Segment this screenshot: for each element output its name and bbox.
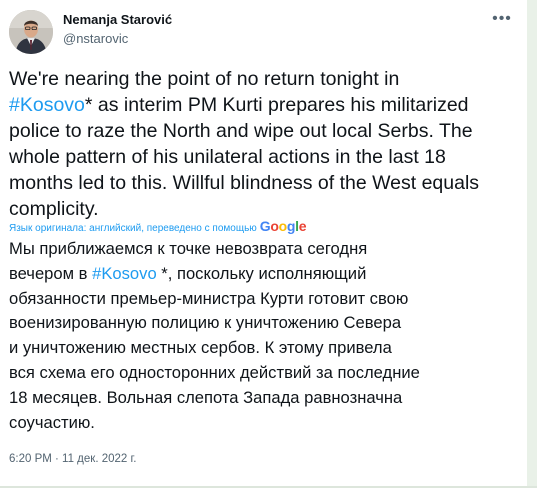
author-handle[interactable]: @nstarovic — [63, 31, 128, 46]
translated-hashtag-link[interactable]: #Kosovo — [92, 264, 157, 283]
translation-notice-text: Язык оригинала: английский, переведено с… — [9, 223, 257, 234]
author-avatar[interactable] — [9, 10, 53, 54]
tweet-text: We're nearing the point of no return ton… — [9, 66, 514, 222]
translated-text-rest: *, поскольку исполняющий обязанности пре… — [9, 263, 420, 432]
author-name[interactable]: Nemanja Starović — [63, 12, 172, 27]
avatar-photo-icon — [9, 10, 53, 54]
tweet-card: Nemanja Starović @nstarovic ••• We're ne… — [0, 0, 527, 486]
translation-notice[interactable]: Язык оригинала: английский, переведено с… — [9, 218, 307, 234]
tweet-text-line1: We're nearing the point of no return ton… — [9, 68, 400, 90]
tweet-timestamp[interactable]: 6:20 PM · 11 дек. 2022 г. — [9, 453, 136, 465]
google-logo: Google — [259, 218, 307, 234]
background-edge — [527, 0, 537, 488]
hashtag-link[interactable]: #Kosovo — [9, 94, 85, 116]
more-horizontal-icon[interactable]: ••• — [488, 10, 516, 30]
translated-text: Мы приближаемся к точке невозврата сегод… — [9, 237, 519, 435]
